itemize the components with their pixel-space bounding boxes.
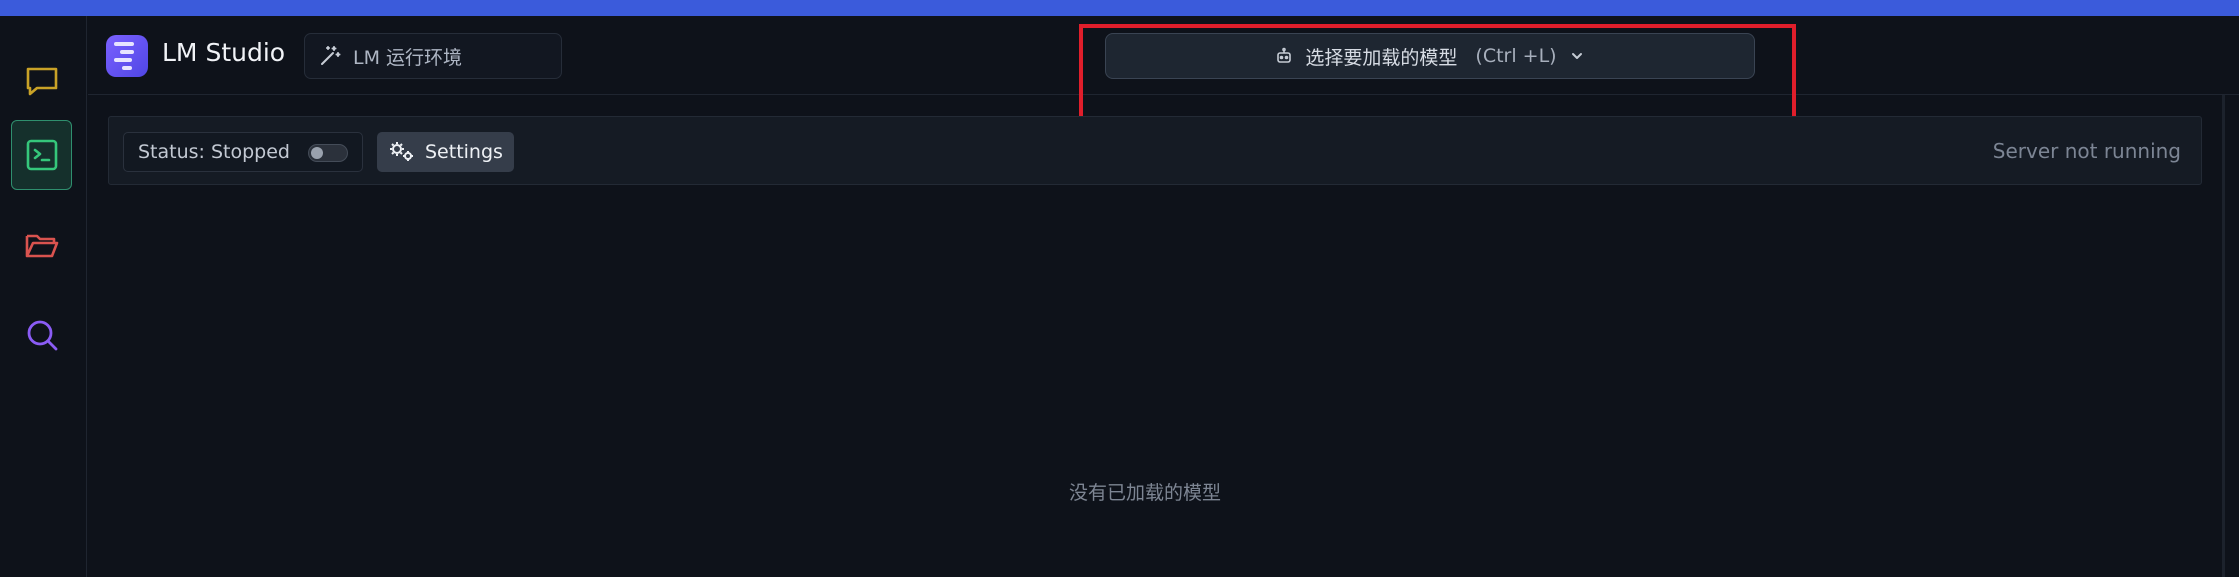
server-running-status: Server not running	[1992, 139, 2181, 163]
settings-label: Settings	[425, 141, 503, 163]
runtime-button-label: LM 运行环境	[353, 46, 463, 69]
window-accent-strip	[0, 0, 2239, 16]
rail-item-chat[interactable]	[11, 46, 72, 116]
server-status-label: Status: Stopped	[138, 141, 290, 163]
settings-button[interactable]: Settings	[377, 132, 514, 172]
magic-wand-icon	[321, 46, 341, 65]
app-title: LM Studio	[162, 38, 286, 67]
lm-studio-logo-icon	[106, 35, 148, 77]
rail-item-search[interactable]	[11, 300, 72, 370]
gears-icon	[390, 142, 413, 161]
runtime-environment-button[interactable]: LM 运行环境	[304, 33, 562, 79]
vertical-scrollbar[interactable]	[2222, 95, 2225, 577]
server-status-pill: Status: Stopped	[123, 132, 363, 172]
search-icon	[27, 320, 57, 351]
chat-icon	[26, 67, 57, 96]
server-toolbar: Status: Stopped Settings Server not runn…	[108, 116, 2202, 185]
rail-item-server[interactable]	[11, 120, 72, 190]
empty-state-message: 没有已加载的模型	[1069, 482, 1222, 504]
left-nav-rail	[0, 16, 87, 577]
folder-icon	[25, 234, 58, 258]
server-toggle[interactable]	[308, 144, 348, 162]
highlight-annotation-box	[1079, 24, 1796, 121]
rail-item-models[interactable]	[11, 210, 72, 280]
terminal-icon	[26, 139, 57, 171]
